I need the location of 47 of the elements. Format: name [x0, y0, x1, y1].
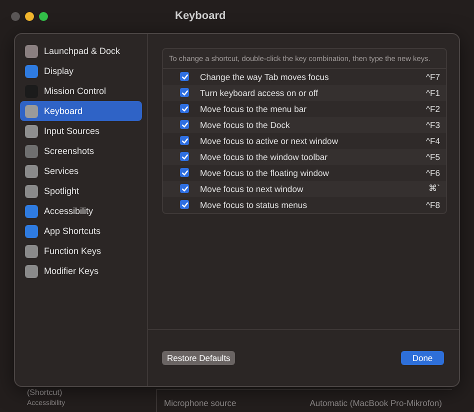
done-button[interactable]: Done — [401, 351, 444, 365]
minimize-button[interactable] — [25, 12, 34, 20]
sidebar-item[interactable]: Launchpad & Dock — [20, 41, 142, 61]
sidebar-item[interactable]: App Shortcuts — [20, 221, 142, 241]
sidebar-item[interactable]: Display — [20, 61, 142, 81]
checkbox[interactable] — [180, 168, 189, 178]
checkbox[interactable] — [180, 104, 189, 114]
key-combination[interactable]: ^F5 — [426, 152, 440, 162]
shortcut-label: Move focus to the menu bar — [200, 104, 308, 114]
restore-defaults-button[interactable]: Restore Defaults — [162, 351, 236, 365]
shortcut-label: Turn keyboard access on or off — [200, 88, 319, 98]
key-combination[interactable]: ^F1 — [426, 88, 440, 98]
checkbox[interactable] — [180, 136, 189, 146]
checkbox[interactable] — [180, 88, 189, 98]
key-combination[interactable]: ^F3 — [426, 120, 440, 130]
window-title: Keyboard — [174, 10, 226, 22]
key-combination[interactable]: ^F6 — [426, 168, 440, 178]
checkbox[interactable] — [180, 200, 189, 210]
zoom-button[interactable] — [39, 12, 48, 20]
sidebar-item[interactable]: Modifier Keys — [20, 261, 142, 281]
key-combination[interactable]: ^F8 — [426, 200, 440, 210]
checkbox[interactable] — [180, 120, 189, 130]
shortcut-label: Move focus to active or next window — [200, 136, 340, 146]
shortcut-label: Move focus to status menus — [200, 200, 308, 210]
key-combination[interactable]: ^F4 — [426, 136, 440, 146]
checkbox[interactable] — [180, 72, 189, 82]
shortcut-label: Move focus to the floating window — [200, 168, 330, 178]
shortcut-label: Move focus to the window toolbar — [200, 152, 329, 162]
key-combination[interactable]: ⌘` — [428, 183, 440, 194]
checkbox[interactable] — [180, 184, 189, 194]
shortcut-label: Move focus to the Dock — [200, 120, 291, 130]
sidebar-item[interactable]: Screenshots — [20, 141, 142, 161]
checkbox[interactable] — [180, 152, 189, 162]
key-combination[interactable]: ^F2 — [426, 104, 440, 114]
sidebar-item[interactable]: Keyboard — [20, 101, 142, 121]
shortcut-label: Change the way Tab moves focus — [200, 72, 330, 82]
row-label: Microphone source — [164, 398, 236, 410]
sidebar-item[interactable]: Accessibility — [20, 201, 142, 221]
sidebar-item[interactable]: Input Sources — [20, 121, 142, 141]
sidebar-item[interactable]: Mission Control — [20, 81, 142, 101]
sidebar-item[interactable]: Spotlight — [20, 181, 142, 201]
key-combination[interactable]: ^F7 — [426, 72, 440, 82]
sidebar-item[interactable]: Function Keys — [20, 241, 142, 261]
shortcut-label: Move focus to next window — [200, 184, 304, 194]
sidebar-item[interactable]: Services — [20, 161, 142, 181]
row-value: Automatic (MacBook Pro-Mikrofon) — [310, 398, 443, 410]
sidebar-text: (Shortcut) — [27, 389, 64, 397]
